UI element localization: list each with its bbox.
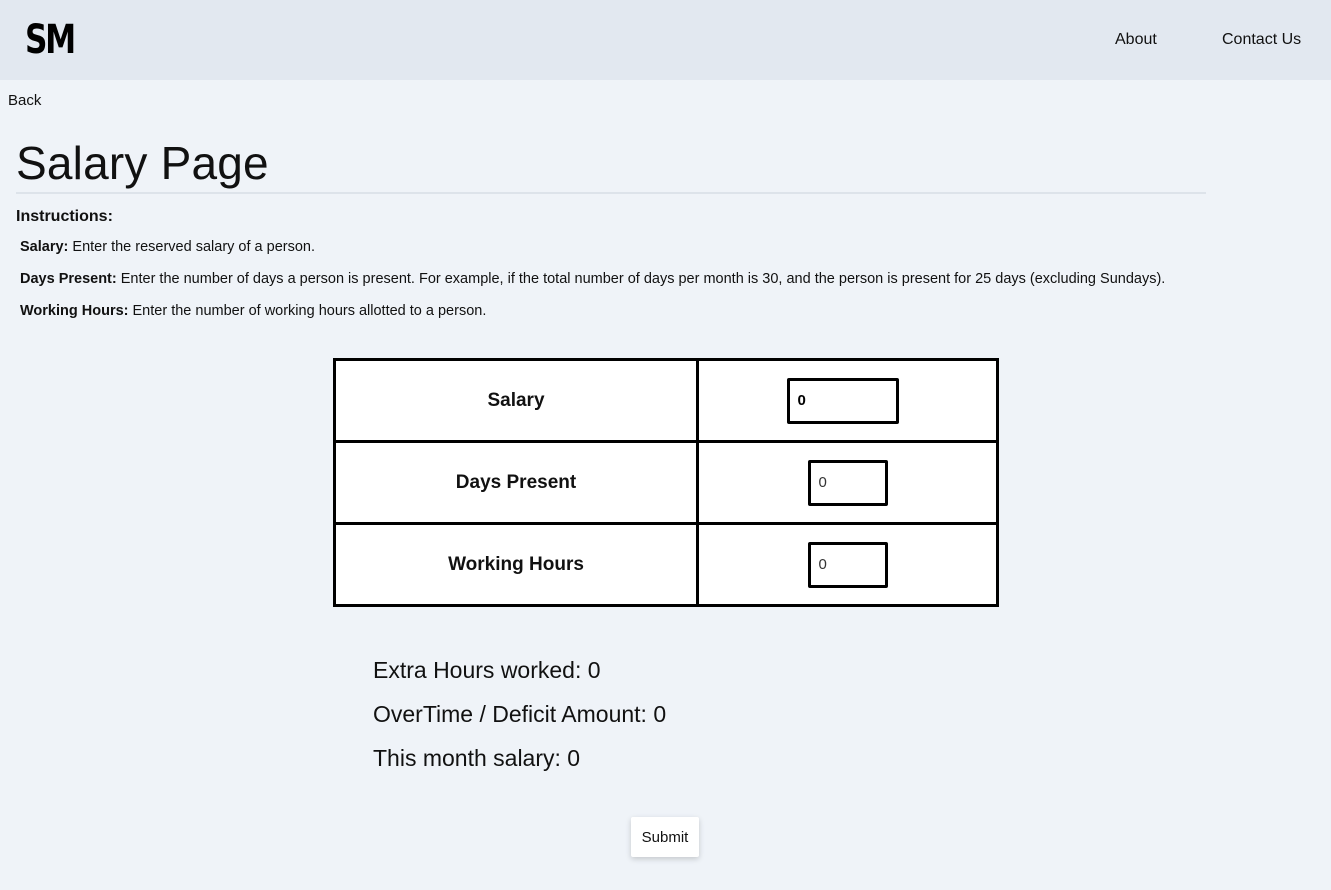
overtime-deficit-result: OverTime / Deficit Amount: 0 <box>373 701 667 727</box>
page-title: Salary Page <box>16 137 269 189</box>
salary-label: Salary <box>333 358 699 443</box>
working-hours-input[interactable] <box>807 541 888 588</box>
table-row: Working Hours <box>333 522 999 607</box>
working-hours-label: Working Hours <box>333 522 699 607</box>
top-navbar: SM About Contact Us <box>0 0 1331 80</box>
submit-button[interactable]: Submit <box>631 817 699 857</box>
instruction-working-hours: Working Hours: Enter the number of worki… <box>20 302 486 320</box>
title-divider <box>16 192 1206 194</box>
instruction-salary: Salary: Enter the reserved salary of a p… <box>20 238 315 256</box>
table-row: Salary <box>333 358 999 443</box>
site-logo[interactable]: SM <box>25 16 76 64</box>
salary-input-cell <box>696 358 999 443</box>
salary-input-table: Salary Days Present Working Hours <box>333 358 999 607</box>
instructions-heading: Instructions: <box>16 208 113 225</box>
nav-about-link[interactable]: About <box>1115 30 1157 50</box>
back-link[interactable]: Back <box>8 91 41 111</box>
instruction-term: Days Present: <box>20 271 117 287</box>
instruction-term: Salary: <box>20 239 69 255</box>
days-present-label: Days Present <box>333 440 699 525</box>
nav-contact-us-link[interactable]: Contact Us <box>1222 30 1301 50</box>
instruction-days-present: Days Present: Enter the number of days a… <box>20 270 1165 288</box>
days-present-input[interactable] <box>807 459 888 506</box>
instruction-text: Enter the number of days a person is pre… <box>116 271 1166 287</box>
month-salary-result: This month salary: 0 <box>373 745 581 771</box>
instruction-text: Enter the number of working hours allott… <box>128 303 487 319</box>
extra-hours-result: Extra Hours worked: 0 <box>373 657 601 683</box>
working-hours-input-cell <box>696 522 999 607</box>
instruction-text: Enter the reserved salary of a person. <box>68 239 316 255</box>
table-row: Days Present <box>333 440 999 525</box>
instruction-term: Working Hours: <box>20 303 129 319</box>
days-present-input-cell <box>696 440 999 525</box>
salary-input[interactable] <box>786 377 899 424</box>
